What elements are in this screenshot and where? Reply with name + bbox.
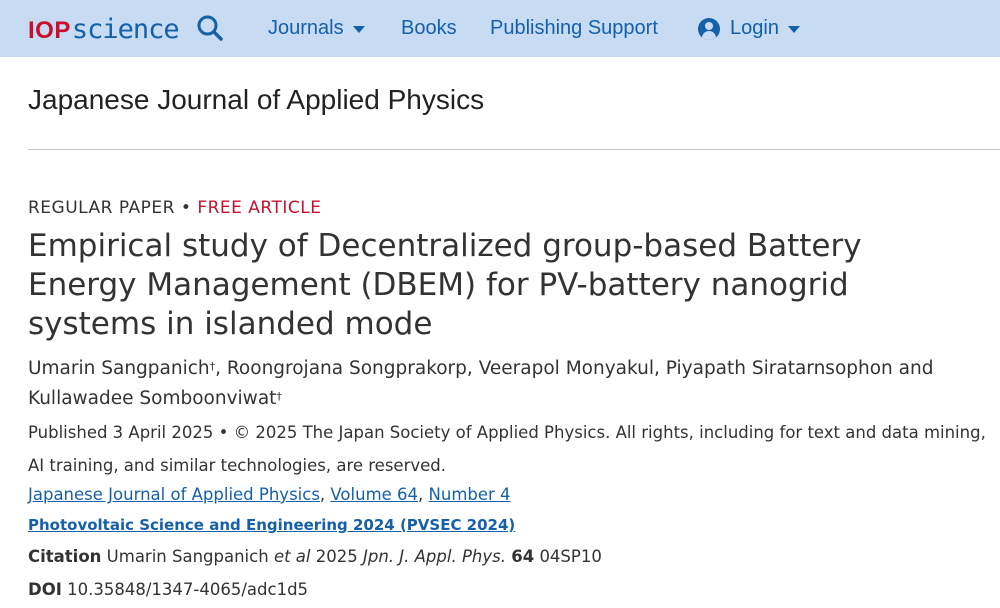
citation-journal: Jpn. J. Appl. Phys. (363, 547, 506, 566)
chevron-down-icon (787, 26, 800, 33)
nav-books[interactable]: Books (401, 0, 457, 57)
author-footnote-mark: † (209, 360, 216, 373)
link-separator: , (319, 485, 331, 504)
journal-title[interactable]: Japanese Journal of Applied Physics (28, 84, 484, 116)
nav-books-label: Books (401, 17, 457, 39)
iopscience-logo[interactable]: IOP science (28, 14, 180, 45)
citation-etal: et al (273, 547, 311, 566)
doi: DOI 10.35848/1347-4065/adc1d5 (28, 580, 308, 599)
author-separator: , (215, 358, 227, 379)
author-name[interactable]: Kullawadee Somboonviwat (28, 388, 276, 409)
journal-breadcrumb: Japanese Journal of Applied Physics, Vol… (28, 485, 511, 504)
nav-login-label: Login (730, 17, 779, 39)
search-icon[interactable] (196, 14, 224, 42)
issue-number-link[interactable]: Number 4 (429, 485, 511, 504)
nav-journals-label: Journals (268, 17, 344, 39)
author-separator: , (654, 358, 666, 379)
citation-authors: Umarin Sangpanich (106, 547, 269, 566)
author-separator: and (892, 358, 934, 379)
volume-link[interactable]: Volume 64 (330, 485, 418, 504)
author-name[interactable]: Veerapol Monyakul (479, 358, 654, 379)
author-separator: , (466, 358, 479, 379)
citation-article-number: 04SP10 (539, 547, 602, 566)
chevron-down-icon (352, 26, 365, 33)
type-separator: • (180, 198, 192, 218)
publication-info: Published 3 April 2025 • © 2025 The Japa… (28, 423, 986, 475)
nav-journals[interactable]: Journals (268, 0, 365, 57)
logo-iop-text: IOP (28, 17, 71, 44)
article-title: Empirical study of Decentralized group-b… (28, 228, 862, 342)
doi-label: DOI (28, 580, 62, 599)
doi-value[interactable]: 10.35848/1347-4065/adc1d5 (67, 580, 308, 599)
nav-publishing-support[interactable]: Publishing Support (490, 0, 658, 57)
author-name[interactable]: Umarin Sangpanich (28, 358, 210, 379)
nav-login[interactable]: Login (698, 0, 800, 57)
conference-link[interactable]: Photovoltaic Science and Engineering 202… (28, 516, 515, 534)
link-separator: , (418, 485, 429, 504)
author-name[interactable]: Roongrojana Songprakorp (227, 358, 467, 379)
user-icon (698, 17, 720, 40)
logo-science-text: science (71, 14, 180, 45)
author-name[interactable]: Piyapath Siratarnsophon (666, 358, 893, 379)
citation: Citation Umarin Sangpanich et al 2025 Jp… (28, 547, 602, 566)
journal-link[interactable]: Japanese Journal of Applied Physics (28, 485, 320, 504)
nav-publishing-support-label: Publishing Support (490, 17, 658, 39)
article-type-line: REGULAR PAPER • FREE ARTICLE (28, 198, 322, 218)
citation-volume: 64 (511, 547, 535, 566)
author-list: Umarin Sangpanich†, Roongrojana Songprak… (28, 354, 978, 414)
citation-year: 2025 (315, 547, 358, 566)
article-type: REGULAR PAPER (28, 198, 175, 218)
top-navigation-bar: IOP science Journals Books Publishing Sup… (0, 0, 1000, 57)
citation-label: Citation (28, 547, 102, 566)
author-footnote-mark: † (276, 390, 282, 403)
divider (28, 149, 1000, 150)
free-article-badge: FREE ARTICLE (197, 198, 322, 218)
